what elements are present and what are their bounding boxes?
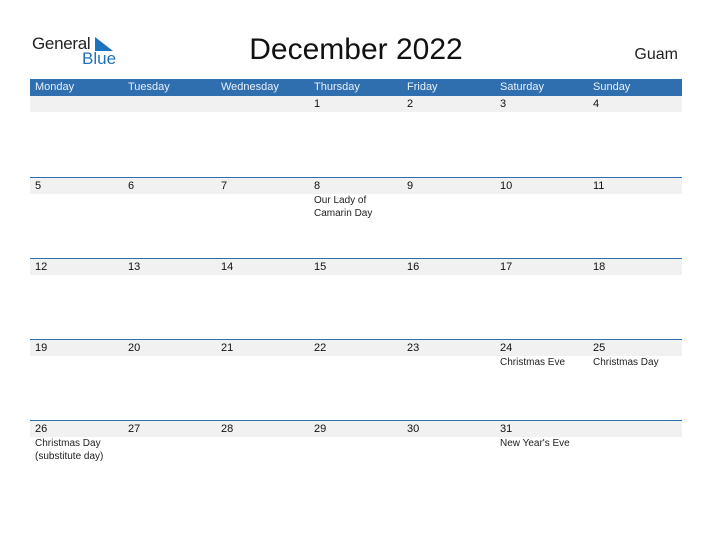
- day-number: 23: [407, 342, 420, 354]
- day-cell: 31 New Year's Eve: [495, 421, 588, 501]
- day-number: 24: [500, 342, 513, 354]
- day-cell: 15: [309, 259, 402, 339]
- day-number: 13: [128, 261, 141, 273]
- holiday-label: Christmas Day (substitute day): [35, 438, 104, 462]
- weekday-thursday: Thursday: [314, 81, 360, 93]
- day-number: 2: [407, 98, 414, 110]
- day-cell: 18: [588, 259, 681, 339]
- calendar-title: December 2022: [249, 33, 463, 66]
- day-cell: 14: [216, 259, 309, 339]
- day-cell: 9: [402, 178, 495, 258]
- day-number: 20: [128, 342, 141, 354]
- week-row: 26 Christmas Day (substitute day) 27 28 29 30…: [30, 420, 682, 501]
- day-number: 3: [500, 98, 507, 110]
- day-cell: 13: [123, 259, 216, 339]
- day-number: 28: [221, 423, 234, 435]
- day-cell: 24 Christmas Eve: [495, 340, 588, 420]
- weekday-friday: Friday: [407, 81, 438, 93]
- day-number: 12: [35, 261, 48, 273]
- day-number: 11: [593, 180, 605, 192]
- day-cell: 29: [309, 421, 402, 501]
- day-number: 7: [221, 180, 228, 192]
- day-number: 29: [314, 423, 327, 435]
- day-cell: 21: [216, 340, 309, 420]
- country-label: Guam: [634, 46, 678, 63]
- day-number: 19: [35, 342, 48, 354]
- day-number: 15: [314, 261, 327, 273]
- day-cell: 10: [495, 178, 588, 258]
- day-number: 31: [500, 423, 513, 435]
- holiday-label: Christmas Eve: [500, 357, 566, 368]
- weekday-monday: Monday: [35, 81, 75, 93]
- day-number: 10: [500, 180, 513, 192]
- day-number: 1: [314, 98, 321, 110]
- week-row: 1 2 3 4: [30, 96, 682, 177]
- day-cell: 20: [123, 340, 216, 420]
- day-number: [221, 96, 309, 112]
- day-number: 22: [314, 342, 327, 354]
- day-number: 26: [35, 423, 48, 435]
- day-cell: 12: [30, 259, 123, 339]
- day-cell: 2: [402, 96, 495, 177]
- holiday-label: Our Lady of Camarin Day: [314, 195, 373, 219]
- day-number: [593, 421, 681, 437]
- day-number: 16: [407, 261, 420, 273]
- week-row: 12 13 14 15 16 17 18: [30, 258, 682, 339]
- day-cell: 4: [588, 96, 681, 177]
- day-number: 17: [500, 261, 513, 273]
- day-number: 4: [593, 98, 600, 110]
- day-number: 6: [128, 180, 135, 192]
- day-cell: 6: [123, 178, 216, 258]
- day-number: 18: [593, 261, 606, 273]
- week-row: 19 20 21 22 23 24 Christmas Eve 25 Christmas Day: [30, 339, 682, 420]
- weekday-sunday: Sunday: [593, 81, 631, 93]
- holiday-label: Christmas Day: [593, 357, 659, 368]
- day-cell: 17: [495, 259, 588, 339]
- day-cell: 1: [309, 96, 402, 177]
- day-cell: 25 Christmas Day: [588, 340, 681, 420]
- day-cell: 22: [309, 340, 402, 420]
- day-cell: [30, 96, 123, 177]
- day-number: 25: [593, 342, 606, 354]
- day-number: 30: [407, 423, 420, 435]
- holiday-label: New Year's Eve: [500, 438, 570, 449]
- day-cell: 11: [588, 178, 681, 258]
- day-number: 8: [314, 180, 321, 192]
- day-number: 27: [128, 423, 141, 435]
- day-cell: 16: [402, 259, 495, 339]
- day-cell: 23: [402, 340, 495, 420]
- day-number: [35, 96, 123, 112]
- week-row: 5 6 7 8 Our Lady of Camarin Day 9 10 11: [30, 177, 682, 258]
- day-cell: 27: [123, 421, 216, 501]
- weekday-wednesday: Wednesday: [221, 81, 279, 93]
- weekday-saturday: Saturday: [500, 81, 545, 93]
- weekday-header: Monday Tuesday Wednesday Thursday Friday…: [30, 79, 682, 96]
- day-cell: 3: [495, 96, 588, 177]
- day-cell: 30: [402, 421, 495, 501]
- day-cell: 5: [30, 178, 123, 258]
- day-number: 5: [35, 180, 42, 192]
- day-number: [128, 96, 216, 112]
- day-number: 14: [221, 261, 234, 273]
- day-number: 9: [407, 180, 414, 192]
- day-cell: [588, 421, 681, 501]
- day-cell: [123, 96, 216, 177]
- day-cell: 7: [216, 178, 309, 258]
- day-number: 21: [221, 342, 234, 354]
- weekday-tuesday: Tuesday: [128, 81, 170, 93]
- day-cell: 19: [30, 340, 123, 420]
- day-cell: 28: [216, 421, 309, 501]
- day-cell: 8 Our Lady of Camarin Day: [309, 178, 402, 258]
- day-cell: 26 Christmas Day (substitute day): [30, 421, 123, 501]
- calendar-grid: Monday Tuesday Wednesday Thursday Friday…: [30, 79, 682, 501]
- day-cell: [216, 96, 309, 177]
